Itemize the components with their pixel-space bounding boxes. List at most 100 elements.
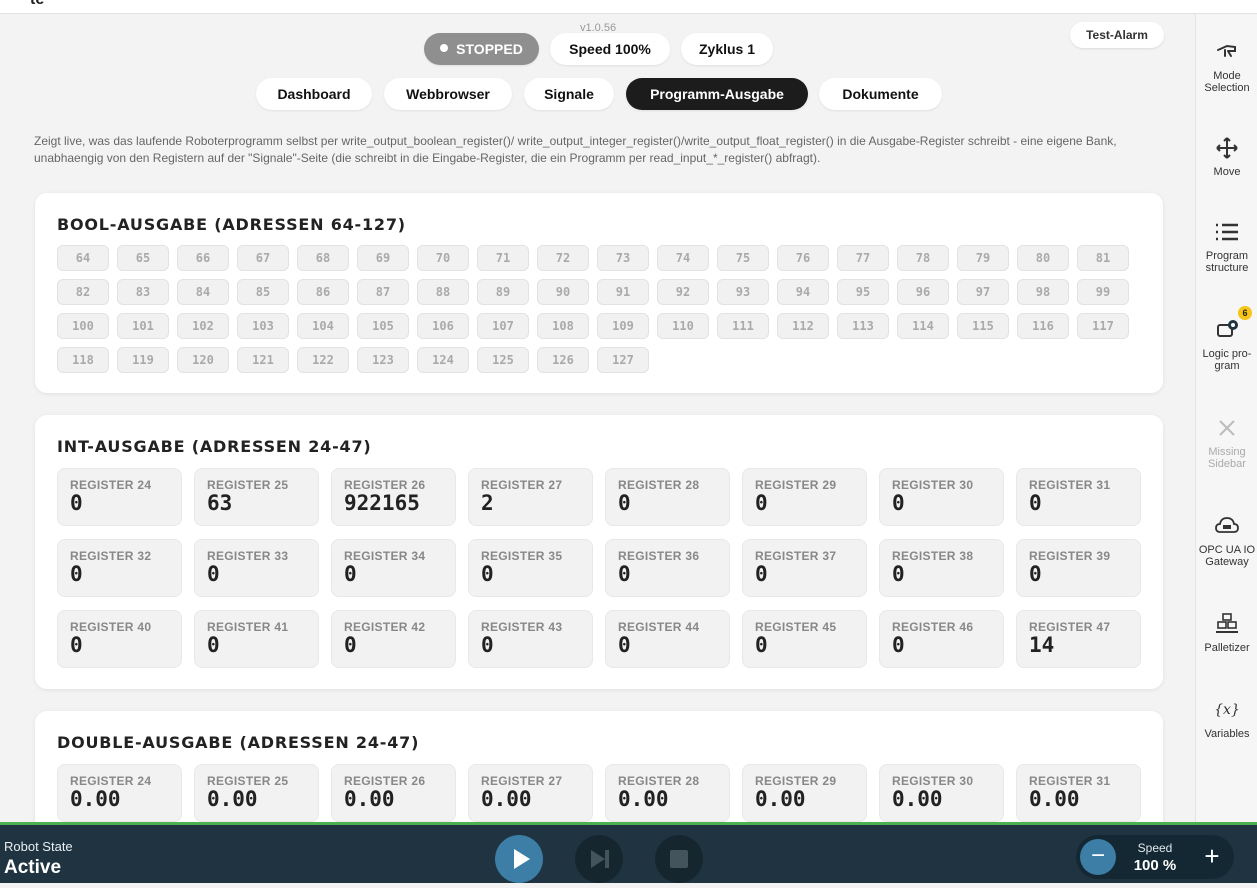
play-button[interactable] [495,835,543,883]
register-value: 922165 [344,491,420,515]
cycle-pill: Zyklus 1 [681,33,773,65]
register-value: 0.00 [344,787,395,811]
page-description: Zeigt live, was das laufende Roboterprog… [34,134,1117,165]
bool-register-chip: 110 [657,313,709,339]
sidebar-item-label: Variables [1204,728,1250,740]
move-arrows-icon [1216,137,1238,159]
register-value: 0.00 [618,787,669,811]
speed-control: − Speed 100 % + [1076,835,1234,879]
register-label: REGISTER 47 [1029,620,1111,634]
close-icon [1219,420,1235,436]
register-label: REGISTER 32 [70,549,152,563]
register-label: REGISTER 24 [70,478,152,492]
main-content: v1.0.56 STOPPED Speed 100% Zyklus 1 Test… [0,14,1195,822]
register-label: REGISTER 43 [481,620,563,634]
bool-register-chip: 99 [1077,279,1129,305]
register-tile: REGISTER 26 0.00 [331,764,456,822]
bool-register-chip: 103 [237,313,289,339]
register-label: REGISTER 27 [481,478,563,492]
register-label: REGISTER 35 [481,549,563,563]
speed-increase-button[interactable]: + [1194,839,1230,875]
bool-section-title: BOOL-AUSGABE (ADRESSEN 64-127) [57,215,406,234]
register-value: 0 [618,562,631,586]
bool-register-chip: 101 [117,313,169,339]
bool-register-chip: 88 [417,279,469,305]
bool-register-chip: 79 [957,245,1009,271]
register-label: REGISTER 24 [70,774,152,788]
register-label: REGISTER 45 [755,620,837,634]
int-output-card: INT-AUSGABE (ADRESSEN 24-47) REGISTER 24… [35,415,1163,689]
sidebar-item-opc-ua-gateway[interactable]: OPC UA IO Gateway [1196,512,1257,568]
bool-register-chip: 69 [357,245,409,271]
sidebar-item-palletizer[interactable]: Palletizer [1196,610,1257,654]
register-value: 0 [70,491,83,515]
register-tile: REGISTER 45 0 [742,610,867,668]
register-value: 0 [70,562,83,586]
robot-state-label: Robot State [4,839,73,854]
register-tile: REGISTER 40 0 [57,610,182,668]
bool-register-chip: 114 [897,313,949,339]
bool-register-chip: 85 [237,279,289,305]
tab-dokumente[interactable]: Dokumente [819,78,942,110]
register-label: REGISTER 26 [344,478,426,492]
step-button[interactable] [575,835,623,883]
register-value: 2 [481,491,494,515]
tab-programm-ausgabe[interactable]: Programm-Ausgabe [626,78,808,110]
tab-dashboard[interactable]: Dashboard [256,78,372,110]
status-stopped-pill: STOPPED [424,33,539,65]
register-label: REGISTER 30 [892,774,974,788]
logic-program-badge: 6 [1238,306,1252,320]
register-label: REGISTER 33 [207,549,289,563]
tab-signale[interactable]: Signale [524,78,614,110]
test-alarm-button[interactable]: Test-Alarm [1070,22,1164,48]
bool-register-chip: 117 [1077,313,1129,339]
register-value: 0 [1029,491,1042,515]
register-tile: REGISTER 29 0 [742,468,867,526]
bool-register-chip: 92 [657,279,709,305]
double-section-title: DOUBLE-AUSGABE (ADRESSEN 24-47) [57,733,420,752]
register-value: 0 [618,633,631,657]
bool-register-chip: 115 [957,313,1009,339]
register-value: 0 [755,633,768,657]
register-label: REGISTER 39 [1029,549,1111,563]
stop-button[interactable] [655,835,703,883]
speed-decrease-button[interactable]: − [1080,839,1116,875]
sidebar-item-label: Missing Sidebar [1208,446,1246,470]
register-label: REGISTER 28 [618,774,700,788]
register-label: REGISTER 30 [892,478,974,492]
sidebar-item-move[interactable]: Move [1196,134,1257,178]
register-tile: REGISTER 28 0.00 [605,764,730,822]
right-sidebar: Mode Selection Move Program structure 6 … [1195,14,1257,822]
register-tile: REGISTER 33 0 [194,539,319,597]
sidebar-item-label: Logic pro-gram [1202,348,1252,372]
bool-register-chip: 90 [537,279,589,305]
register-label: REGISTER 31 [1029,478,1111,492]
tab-webbrowser[interactable]: Webbrowser [384,78,512,110]
bool-register-chip: 66 [177,245,229,271]
register-value: 0 [755,491,768,515]
bool-register-chip: 120 [177,347,229,373]
list-icon [1216,223,1238,241]
bool-register-chip: 76 [777,245,829,271]
register-tile: REGISTER 25 0.00 [194,764,319,822]
register-value: 0.00 [755,787,806,811]
register-tile: REGISTER 34 0 [331,539,456,597]
register-value: 0 [1029,562,1042,586]
bool-register-chip: 116 [1017,313,1069,339]
register-label: REGISTER 36 [618,549,700,563]
sidebar-item-mode-selection[interactable]: Mode Selection [1196,38,1257,94]
bool-register-chip: 123 [357,347,409,373]
robot-state-value: Active [4,857,62,878]
register-tile: REGISTER 38 0 [879,539,1004,597]
bool-register-chip: 121 [237,347,289,373]
register-tile: REGISTER 44 0 [605,610,730,668]
register-label: REGISTER 26 [344,774,426,788]
register-tile: REGISTER 31 0 [1016,468,1141,526]
bool-register-chip: 91 [597,279,649,305]
sidebar-item-variables[interactable]: {x} Variables [1196,696,1257,740]
sidebar-item-program-structure[interactable]: Program structure [1196,218,1257,274]
bool-register-chip: 109 [597,313,649,339]
bool-register-chip: 83 [117,279,169,305]
sidebar-item-logic-program[interactable]: 6 Logic pro-gram [1196,306,1257,372]
bool-register-chip: 68 [297,245,349,271]
